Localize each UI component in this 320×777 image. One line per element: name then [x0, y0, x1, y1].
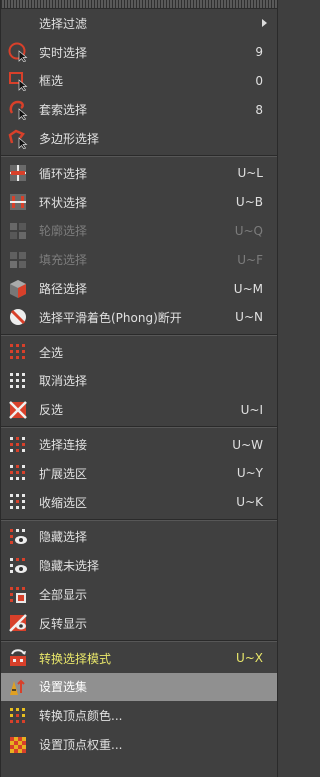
invert-selection-icon — [7, 400, 31, 420]
convert-selection-icon — [7, 648, 31, 668]
polygon-selection-icon — [7, 129, 31, 149]
menu-item-outline-selection: 轮廓选择 U~Q — [1, 217, 277, 246]
menu-item-invert-visibility[interactable]: 反转显示 — [1, 609, 277, 638]
menu-item-label: 隐藏未选择 — [39, 559, 100, 574]
deselect-all-icon — [7, 371, 31, 391]
menu-item-rectangle-selection[interactable]: 框选 0 — [1, 67, 277, 96]
menu-item-label: 隐藏选择 — [39, 530, 88, 545]
blank-icon — [7, 13, 31, 33]
phong-break-selection-icon — [7, 307, 31, 327]
menu-separator — [1, 154, 277, 157]
fill-selection-icon — [7, 250, 31, 270]
menu-item-label: 多边形选择 — [39, 132, 100, 147]
menu-item-label: 收缩选区 — [39, 495, 88, 510]
menu-item-label: 全部显示 — [39, 588, 88, 603]
menu-item-invert-selection[interactable]: 反选 U~I — [1, 395, 277, 424]
menu-separator — [1, 333, 277, 336]
menu-item-shortcut: U~N — [235, 310, 263, 325]
menu-item-hide-unselected[interactable]: 隐藏未选择 — [1, 551, 277, 580]
vertex-weight-icon — [7, 735, 31, 755]
hide-unselected-icon — [7, 556, 31, 576]
menu-item-label: 环状选择 — [39, 195, 88, 210]
submenu-arrow-icon — [262, 19, 267, 28]
menu-item-shortcut: 9 — [255, 45, 263, 60]
menu-item-label: 取消选择 — [39, 374, 88, 389]
menu-item-shortcut: U~M — [233, 281, 263, 296]
select-all-icon — [7, 342, 31, 362]
menu-item-path-selection[interactable]: 路径选择 U~M — [1, 274, 277, 303]
menu-item-fill-selection: 填充选择 U~F — [1, 245, 277, 274]
path-selection-icon — [7, 279, 31, 299]
menu-item-label: 实时选择 — [39, 45, 88, 60]
menu-item-shortcut: 0 — [255, 73, 263, 88]
menu-item-convert-selection-mode[interactable]: 转换选择模式 U~X — [1, 644, 277, 673]
menu-item-label: 路径选择 — [39, 282, 88, 297]
select-connected-icon — [7, 435, 31, 455]
menu-item-label: 循环选择 — [39, 166, 88, 181]
menu-item-selection-filter[interactable]: 选择过滤 — [1, 9, 277, 38]
select-context-menu: 选择过滤 实时选择 9 框选 0 套索选择 8 多边形选择 循环选择 U~L 环… — [0, 0, 278, 777]
menu-item-label: 框选 — [39, 74, 64, 89]
menu-item-live-selection[interactable]: 实时选择 9 — [1, 38, 277, 67]
menu-item-label: 选择连接 — [39, 438, 88, 453]
menu-item-label: 选择过滤 — [39, 16, 88, 31]
menu-item-hide-selected[interactable]: 隐藏选择 — [1, 523, 277, 552]
menu-item-label: 转换选择模式 — [39, 651, 112, 666]
menu-item-label: 全选 — [39, 345, 64, 360]
menu-item-select-connected[interactable]: 选择连接 U~W — [1, 430, 277, 459]
loop-selection-icon — [7, 163, 31, 183]
menu-item-set-vertex-weight[interactable]: 设置顶点权重... — [1, 730, 277, 759]
grow-selection-icon — [7, 463, 31, 483]
menu-item-ring-selection[interactable]: 环状选择 U~B — [1, 188, 277, 217]
menu-item-deselect-all[interactable]: 取消选择 — [1, 367, 277, 396]
menu-item-loop-selection[interactable]: 循环选择 U~L — [1, 159, 277, 188]
menu-item-shortcut: U~W — [232, 437, 263, 452]
menu-separator — [1, 639, 277, 642]
menu-item-shortcut: U~B — [235, 195, 263, 210]
menu-item-convert-vertex-color[interactable]: 转换顶点颜色... — [1, 701, 277, 730]
lasso-selection-icon — [7, 100, 31, 120]
menu-item-shortcut: U~X — [235, 651, 263, 666]
outline-selection-icon — [7, 221, 31, 241]
menu-item-label: 扩展选区 — [39, 466, 88, 481]
menu-item-label: 反转显示 — [39, 616, 88, 631]
menu-item-shortcut: U~I — [240, 402, 263, 417]
menu-item-label: 套索选择 — [39, 103, 88, 118]
menu-item-label: 设置选集 — [39, 680, 88, 695]
menu-item-set-selection[interactable]: 设置选集 — [1, 672, 277, 702]
live-selection-icon — [7, 42, 31, 63]
ring-selection-icon — [7, 192, 31, 212]
menu-item-shortcut: 8 — [255, 102, 263, 117]
set-selection-icon — [7, 677, 31, 697]
menu-item-shortcut: U~K — [236, 495, 263, 510]
menu-tear-off-grip[interactable] — [1, 0, 277, 9]
menu-item-phong-break-selection[interactable]: 选择平滑着色(Phong)断开 U~N — [1, 303, 277, 332]
menu-item-grow-selection[interactable]: 扩展选区 U~Y — [1, 459, 277, 488]
menu-separator — [1, 518, 277, 521]
rectangle-selection-icon — [7, 71, 31, 91]
menu-item-shortcut: U~F — [237, 252, 263, 267]
menu-item-label: 轮廓选择 — [39, 224, 88, 239]
menu-item-lasso-selection[interactable]: 套索选择 8 — [1, 95, 277, 124]
shrink-selection-icon — [7, 492, 31, 512]
menu-item-label: 选择平滑着色(Phong)断开 — [39, 310, 182, 325]
menu-item-shortcut: U~Q — [234, 223, 263, 238]
menu-item-select-all[interactable]: 全选 — [1, 338, 277, 367]
menu-item-polygon-selection[interactable]: 多边形选择 — [1, 124, 277, 153]
menu-item-label: 反选 — [39, 403, 64, 418]
menu-item-shortcut: U~L — [237, 166, 263, 181]
menu-item-label: 设置顶点权重... — [39, 738, 123, 753]
hide-selected-icon — [7, 527, 31, 547]
unhide-all-icon — [7, 585, 31, 605]
vertex-color-icon — [7, 706, 31, 726]
menu-item-shrink-selection[interactable]: 收缩选区 U~K — [1, 488, 277, 517]
invert-visibility-icon — [7, 613, 31, 633]
menu-separator — [1, 426, 277, 429]
menu-item-shortcut: U~Y — [236, 466, 263, 481]
menu-item-unhide-all[interactable]: 全部显示 — [1, 580, 277, 609]
menu-item-label: 转换顶点颜色... — [39, 709, 123, 724]
menu-item-label: 填充选择 — [39, 253, 88, 268]
